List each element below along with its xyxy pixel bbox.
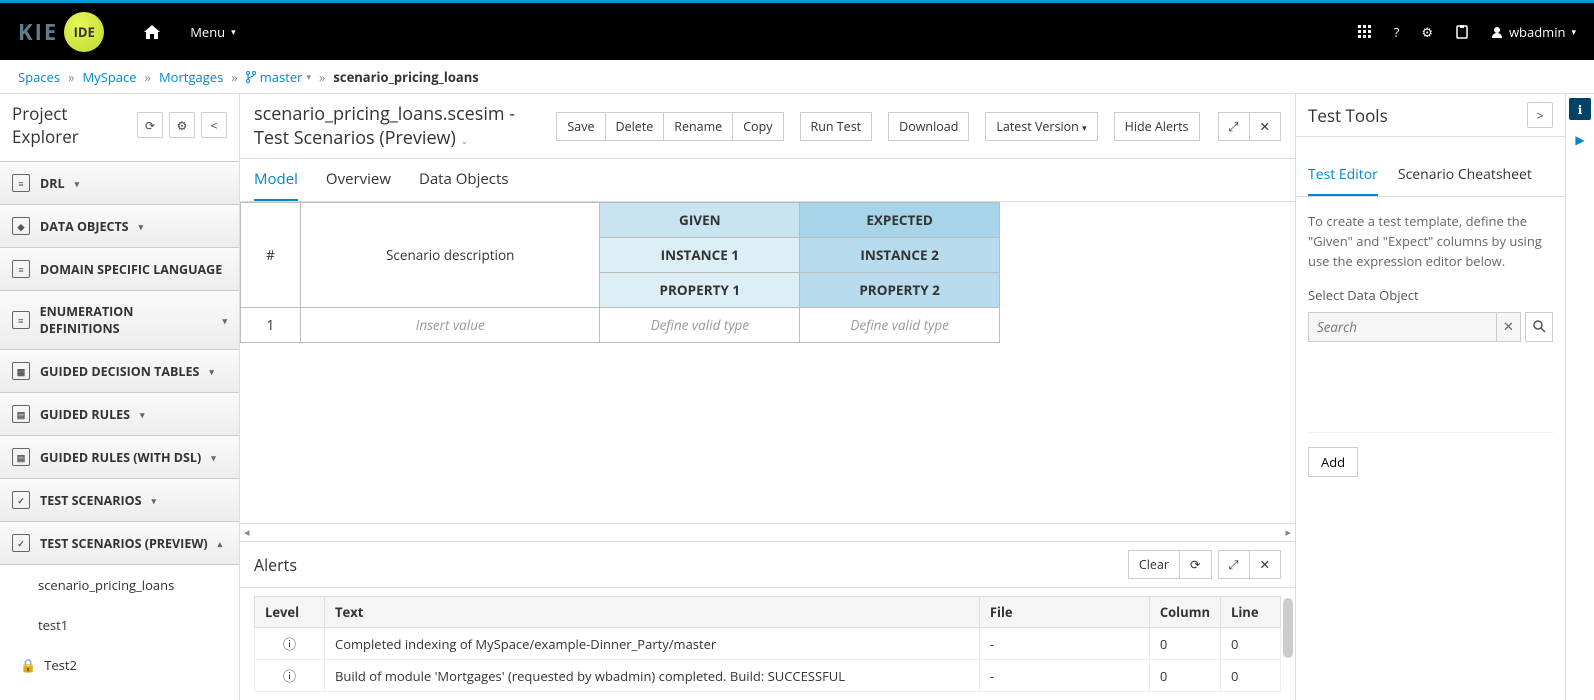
- info-icon: ⓘ: [255, 660, 325, 692]
- scenario-grid[interactable]: # Scenario description GIVEN EXPECTED IN…: [240, 202, 1295, 523]
- cat-guided-rules-dsl[interactable]: ▤GUIDED RULES (WITH DSL)▾: [0, 435, 239, 479]
- alerts-col-level: Level: [255, 597, 325, 628]
- tools-title: Test Tools: [1308, 104, 1527, 127]
- alerts-col-text: Text: [325, 597, 980, 628]
- crumb-project[interactable]: Mortgages: [159, 68, 223, 86]
- cat-test-scenarios-preview[interactable]: ✓TEST SCENARIOS (PREVIEW)▴: [0, 521, 239, 565]
- editor-tabs: Model Overview Data Objects: [240, 159, 1295, 202]
- gear-icon[interactable]: ⚙: [169, 112, 195, 138]
- col-property2[interactable]: PROPERTY 2: [800, 273, 1000, 308]
- alerts-refresh-icon[interactable]: ⟳: [1179, 550, 1211, 579]
- col-hash: #: [241, 203, 301, 308]
- latest-version-dropdown[interactable]: Latest Version ▾: [985, 112, 1097, 141]
- clear-search-icon[interactable]: ✕: [1497, 312, 1521, 342]
- collapse-right-icon[interactable]: >: [1527, 102, 1553, 128]
- breadcrumb: Spaces » MySpace » Mortgages » master▾ »…: [0, 60, 1594, 94]
- hide-alerts-button[interactable]: Hide Alerts: [1114, 112, 1200, 141]
- table-row[interactable]: 1 Insert value Define valid type Define …: [241, 308, 1000, 343]
- tab-data-objects[interactable]: Data Objects: [419, 159, 509, 201]
- rail-play-icon[interactable]: ▶: [1569, 128, 1591, 150]
- test-tools: Test Tools > Test Editor Scenario Cheats…: [1296, 94, 1566, 700]
- logo-ide: IDE: [64, 12, 104, 52]
- refresh-icon[interactable]: ⟳: [137, 112, 163, 138]
- rail-info-icon[interactable]: ℹ: [1569, 98, 1591, 120]
- cat-enum[interactable]: ≡ENUMERATION DEFINITIONS▾: [0, 290, 239, 350]
- crumb-spaces[interactable]: Spaces: [18, 68, 60, 86]
- crumb-current: scenario_pricing_loans: [333, 68, 478, 86]
- cat-gdt[interactable]: ▦GUIDED DECISION TABLES▾: [0, 349, 239, 393]
- col-property1[interactable]: PROPERTY 1: [600, 273, 800, 308]
- expand-icon[interactable]: ⤢: [1218, 112, 1250, 141]
- col-instance1[interactable]: INSTANCE 1: [600, 238, 800, 273]
- cat-data-objects[interactable]: ◆DATA OBJECTS▾: [0, 204, 239, 248]
- search-icon[interactable]: [1525, 312, 1553, 342]
- alerts-expand-icon[interactable]: ⤢: [1218, 550, 1250, 579]
- tools-help-text: To create a test template, define the "G…: [1308, 211, 1553, 271]
- branch-dropdown[interactable]: master▾: [246, 68, 311, 86]
- home-icon[interactable]: [144, 25, 160, 39]
- right-rail: ℹ ▶: [1566, 94, 1594, 700]
- search-input[interactable]: [1308, 312, 1497, 342]
- gear-icon[interactable]: ⚙: [1421, 23, 1433, 41]
- menu-dropdown[interactable]: Menu▾: [190, 23, 235, 41]
- col-given[interactable]: GIVEN: [600, 203, 800, 238]
- hscroll[interactable]: ◂▸: [240, 523, 1295, 541]
- file-test2[interactable]: 🔒 Test2: [0, 645, 239, 685]
- cat-guided-rules[interactable]: ▤GUIDED RULES▾: [0, 392, 239, 436]
- add-button[interactable]: Add: [1308, 447, 1358, 477]
- top-right: ? ⚙ wbadmin▾: [1358, 23, 1576, 41]
- top-nav: KIE IDE Menu▾ ? ⚙ wbadmin▾: [0, 0, 1594, 60]
- tab-overview[interactable]: Overview: [326, 159, 391, 201]
- info-icon: ⓘ: [255, 628, 325, 660]
- save-button[interactable]: Save: [556, 112, 605, 141]
- run-test-button[interactable]: Run Test: [800, 112, 873, 141]
- explorer-title: Project Explorer: [12, 102, 131, 148]
- user-dropdown[interactable]: wbadmin▾: [1491, 23, 1576, 41]
- project-explorer: Project Explorer ⟳ ⚙ < ≡DRL▾ ◆DATA OBJEC…: [0, 94, 240, 700]
- crumb-space[interactable]: MySpace: [82, 68, 136, 86]
- download-button[interactable]: Download: [888, 112, 969, 141]
- scrollbar[interactable]: [1283, 598, 1293, 658]
- alerts-panel: Alerts Clear ⟳ ⤢ ✕ Level Text File Colum…: [240, 541, 1295, 700]
- tab-test-editor[interactable]: Test Editor: [1308, 155, 1378, 196]
- alerts-clear-button[interactable]: Clear: [1128, 550, 1180, 579]
- collapse-left-icon[interactable]: <: [201, 112, 227, 138]
- cat-drl[interactable]: ≡DRL▾: [0, 161, 239, 205]
- file-test1[interactable]: test1: [0, 605, 239, 645]
- alerts-col-column: Column: [1149, 597, 1220, 628]
- alerts-title: Alerts: [254, 554, 1129, 576]
- alert-row[interactable]: ⓘ Completed indexing of MySpace/example-…: [255, 628, 1281, 660]
- alerts-col-line: Line: [1221, 597, 1281, 628]
- delete-button[interactable]: Delete: [605, 112, 665, 141]
- rename-button[interactable]: Rename: [663, 112, 733, 141]
- tab-model[interactable]: Model: [254, 159, 298, 201]
- cat-test-scenarios[interactable]: ✓TEST SCENARIOS▾: [0, 478, 239, 522]
- editor-title: scenario_pricing_loans.scesim - Test Sce…: [254, 102, 546, 150]
- help-icon[interactable]: ?: [1394, 23, 1400, 41]
- apps-icon[interactable]: [1358, 25, 1372, 39]
- col-desc: Scenario description: [300, 203, 600, 308]
- logo: KIE IDE: [18, 12, 104, 52]
- clipboard-icon[interactable]: [1455, 25, 1469, 39]
- col-expected[interactable]: EXPECTED: [800, 203, 1000, 238]
- copy-button[interactable]: Copy: [732, 112, 783, 141]
- logo-kie: KIE: [18, 17, 58, 47]
- col-instance2[interactable]: INSTANCE 2: [800, 238, 1000, 273]
- editor: scenario_pricing_loans.scesim - Test Sce…: [240, 94, 1296, 700]
- alert-row[interactable]: ⓘ Build of module 'Mortgages' (requested…: [255, 660, 1281, 692]
- alerts-close-icon[interactable]: ✕: [1249, 550, 1281, 579]
- cat-dsl[interactable]: ≡DOMAIN SPECIFIC LANGUAGE: [0, 247, 239, 291]
- select-data-object-label: Select Data Object: [1308, 285, 1553, 305]
- lock-icon: 🔒: [20, 656, 36, 674]
- alerts-col-file: File: [979, 597, 1149, 628]
- tab-scenario-cheatsheet[interactable]: Scenario Cheatsheet: [1398, 155, 1532, 196]
- close-icon[interactable]: ✕: [1249, 112, 1281, 141]
- file-scenario-pricing-loans[interactable]: scenario_pricing_loans: [0, 565, 239, 605]
